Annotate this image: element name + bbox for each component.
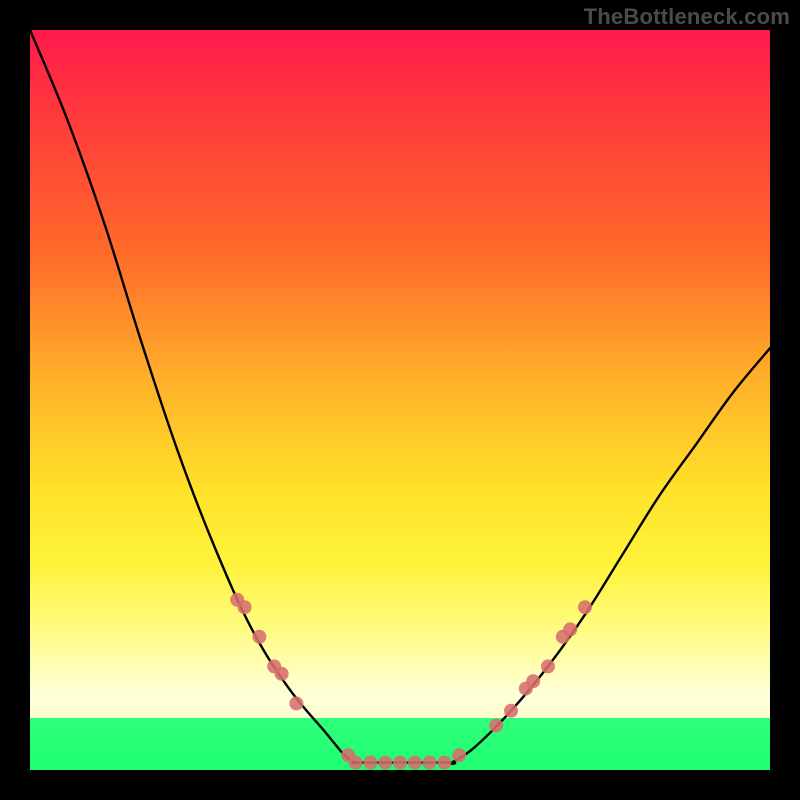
highlight-point xyxy=(378,756,392,770)
highlight-point xyxy=(252,630,266,644)
highlight-point xyxy=(489,719,503,733)
bottleneck-curve xyxy=(30,30,770,764)
highlight-point xyxy=(349,756,363,770)
curve-layer xyxy=(30,30,770,770)
highlight-point xyxy=(238,600,252,614)
chart-frame: TheBottleneck.com xyxy=(0,0,800,800)
highlight-point xyxy=(578,600,592,614)
highlight-point xyxy=(393,756,407,770)
watermark-text: TheBottleneck.com xyxy=(584,4,790,30)
highlight-point xyxy=(408,756,422,770)
highlight-point xyxy=(541,659,555,673)
highlight-point xyxy=(563,622,577,636)
highlight-point xyxy=(289,696,303,710)
highlight-point xyxy=(504,704,518,718)
highlight-point xyxy=(423,756,437,770)
highlight-point xyxy=(452,748,466,762)
highlight-point xyxy=(275,667,289,681)
highlight-point xyxy=(363,756,377,770)
highlight-point xyxy=(526,674,540,688)
highlight-point xyxy=(437,756,451,770)
